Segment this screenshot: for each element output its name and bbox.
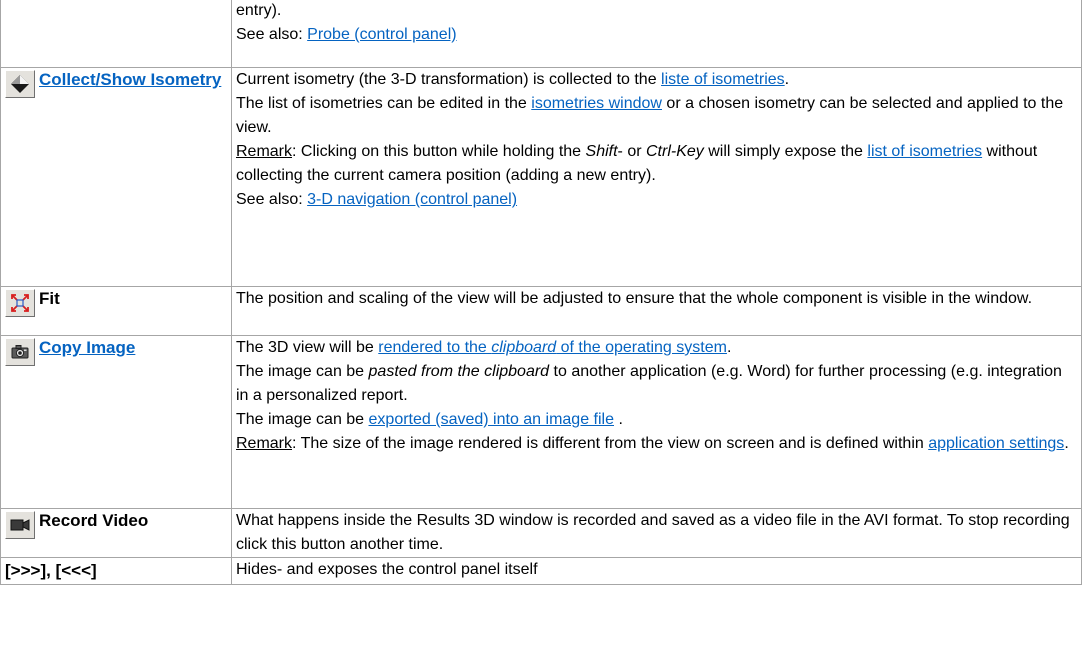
isometry-diamond-icon[interactable] xyxy=(5,70,35,98)
table-row: entry). See also: Probe (control panel) xyxy=(0,0,1082,68)
description-text: : The size of the image rendered is diff… xyxy=(292,435,929,452)
fit-zoom-extents-icon[interactable] xyxy=(5,289,35,317)
description-text: . xyxy=(1064,435,1069,452)
description-text: will simply expose the xyxy=(703,143,868,160)
description-cell: The position and scaling of the view wil… xyxy=(231,286,1082,336)
toggle-panel-label: [>>>], [<<<] xyxy=(5,561,97,580)
command-cell: Copy Image xyxy=(0,335,232,509)
description-text: The list of isometries can be edited in … xyxy=(236,95,532,112)
command-cell-empty xyxy=(0,0,232,68)
description-text: Current isometry (the 3-D transformation… xyxy=(236,71,662,88)
liste-of-isometries-link[interactable]: liste of isometries xyxy=(661,71,785,88)
rendered-to-clipboard-link[interactable]: rendered to the clipboard of the operati… xyxy=(378,339,727,356)
link-text: rendered to the xyxy=(378,339,492,356)
shift-key-text: Shift xyxy=(585,143,618,160)
description-text: . xyxy=(784,71,790,88)
application-settings-link[interactable]: application settings xyxy=(928,435,1064,452)
description-text: . xyxy=(614,411,623,428)
see-also-label: See also: xyxy=(236,26,308,43)
table-row: Record Video What happens inside the Res… xyxy=(0,508,1082,558)
isometries-window-link[interactable]: isometries window xyxy=(531,95,662,112)
description-text: entry). xyxy=(236,2,282,19)
description-cell: The 3D view will be rendered to the clip… xyxy=(231,335,1082,509)
copy-image-link[interactable]: Copy Image xyxy=(39,336,135,358)
probe-control-panel-link[interactable]: Probe (control panel) xyxy=(307,26,456,43)
help-table: entry). See also: Probe (control panel) … xyxy=(0,0,1082,585)
command-cell: Record Video xyxy=(0,508,232,558)
collect-show-isometry-link[interactable]: Collect/Show Isometry xyxy=(39,68,221,90)
table-row: Copy Image The 3D view will be rendered … xyxy=(0,335,1082,509)
table-row: Collect/Show Isometry Current isometry (… xyxy=(0,67,1082,287)
3d-navigation-control-panel-link[interactable]: 3-D navigation (control panel) xyxy=(307,191,517,208)
camera-icon[interactable] xyxy=(5,338,35,366)
description-text: The 3D view will be xyxy=(236,339,379,356)
remark-label: Remark xyxy=(236,143,293,160)
description-text: : Clicking on this button while holding … xyxy=(292,143,586,160)
video-camera-icon[interactable] xyxy=(5,511,35,539)
description-text: The image can be xyxy=(236,411,369,428)
description-italic-text: pasted from the clipboard xyxy=(368,363,550,380)
ctrl-key-text: Ctrl-Key xyxy=(646,143,704,160)
fit-label: Fit xyxy=(39,289,60,308)
description-cell: Hides- and exposes the control panel its… xyxy=(231,557,1082,585)
remark-label: Remark xyxy=(236,435,293,452)
description-text: The image can be xyxy=(236,363,369,380)
description-text: - or xyxy=(617,143,646,160)
list-of-isometries-link[interactable]: list of isometries xyxy=(867,143,982,160)
table-row: Fit The position and scaling of the view… xyxy=(0,286,1082,336)
description-text: . xyxy=(726,339,732,356)
link-text-italic: clipboard xyxy=(491,339,557,356)
command-cell: [>>>], [<<<] xyxy=(0,557,232,585)
see-also-label: See also: xyxy=(236,191,308,208)
exported-into-image-file-link[interactable]: exported (saved) into an image file xyxy=(369,411,614,428)
table-row: [>>>], [<<<] Hides- and exposes the cont… xyxy=(0,557,1082,585)
description-cell: entry). See also: Probe (control panel) xyxy=(231,0,1082,68)
command-cell: Fit xyxy=(0,286,232,336)
command-cell: Collect/Show Isometry xyxy=(0,67,232,287)
link-text: of the operating system xyxy=(556,339,727,356)
record-video-label: Record Video xyxy=(39,511,149,530)
description-cell: Current isometry (the 3-D transformation… xyxy=(231,67,1082,287)
description-cell: What happens inside the Results 3D windo… xyxy=(231,508,1082,558)
